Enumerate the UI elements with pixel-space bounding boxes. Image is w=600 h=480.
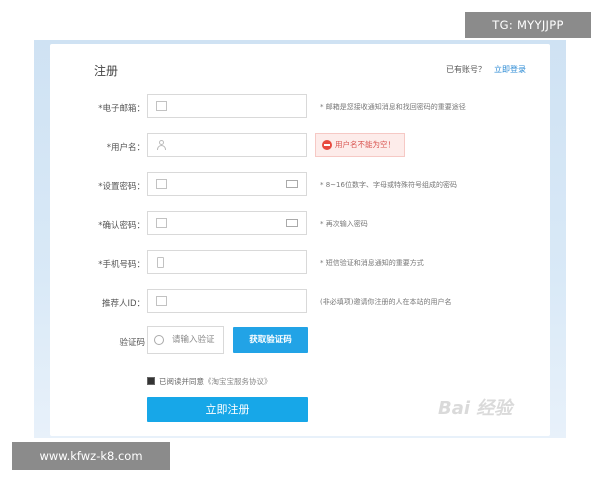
agreement-text: 已阅读并同意《淘宝宝服务协议》: [159, 376, 272, 387]
username-label: *用户名：: [106, 143, 145, 153]
error-text: 用户名不能为空！: [335, 140, 395, 149]
has-account-text: 已有账号？: [446, 65, 486, 74]
captcha-label: 验证码: [119, 338, 145, 348]
confirm-password-hint: * 再次输入密码: [320, 220, 368, 228]
captcha-input[interactable]: 请输入验证: [147, 326, 224, 354]
agreement-link[interactable]: 《淘宝宝服务协议》: [204, 377, 272, 386]
lock-icon: [156, 179, 167, 189]
page-title: 注册: [94, 64, 119, 78]
mail-icon: [156, 101, 167, 111]
agreement-label: 已阅读并同意: [159, 377, 204, 386]
username-field[interactable]: [147, 133, 307, 157]
url-watermark: www.kfwz-k8.com: [12, 442, 170, 470]
phone-field[interactable]: [147, 250, 307, 274]
phone-label: *手机号码：: [98, 260, 145, 270]
keyboard-icon[interactable]: [286, 180, 298, 188]
phone-hint: * 短信验证和消息通知的重要方式: [320, 259, 424, 267]
email-label: *电子邮箱：: [98, 104, 145, 114]
password-field[interactable]: [147, 172, 307, 196]
email-hint: * 邮箱是您接收通知消息和找回密码的重要途径: [320, 103, 466, 111]
confirm-password-label: *确认密码：: [98, 221, 145, 231]
username-error: 用户名不能为空！: [315, 133, 405, 157]
password-hint: * 8~16位数字、字母或特殊符号组成的密码: [320, 181, 457, 189]
id-card-icon: [156, 296, 167, 306]
agree-checkbox[interactable]: [147, 377, 155, 385]
error-icon: [322, 140, 332, 150]
referrer-label: 推荐人ID：: [101, 299, 145, 309]
referrer-hint: (非必填项)邀请你注册的人在本站的用户名: [320, 298, 452, 306]
password-label: *设置密码：: [98, 182, 145, 192]
verify-icon: [154, 335, 164, 345]
user-icon: [156, 140, 167, 150]
confirm-password-field[interactable]: [147, 211, 307, 235]
email-field[interactable]: [147, 94, 307, 118]
baidu-watermark: Bai 经验: [438, 398, 513, 419]
captcha-placeholder: 请输入验证: [172, 335, 215, 345]
register-button[interactable]: 立即注册: [147, 397, 308, 422]
referrer-field[interactable]: [147, 289, 307, 313]
get-code-button[interactable]: 获取验证码: [233, 327, 308, 353]
login-link[interactable]: 立即登录: [494, 64, 526, 75]
tg-watermark: TG: MYYJJPP: [465, 12, 591, 38]
keyboard-icon[interactable]: [286, 219, 298, 227]
lock-icon: [156, 218, 167, 228]
phone-icon: [157, 257, 164, 268]
